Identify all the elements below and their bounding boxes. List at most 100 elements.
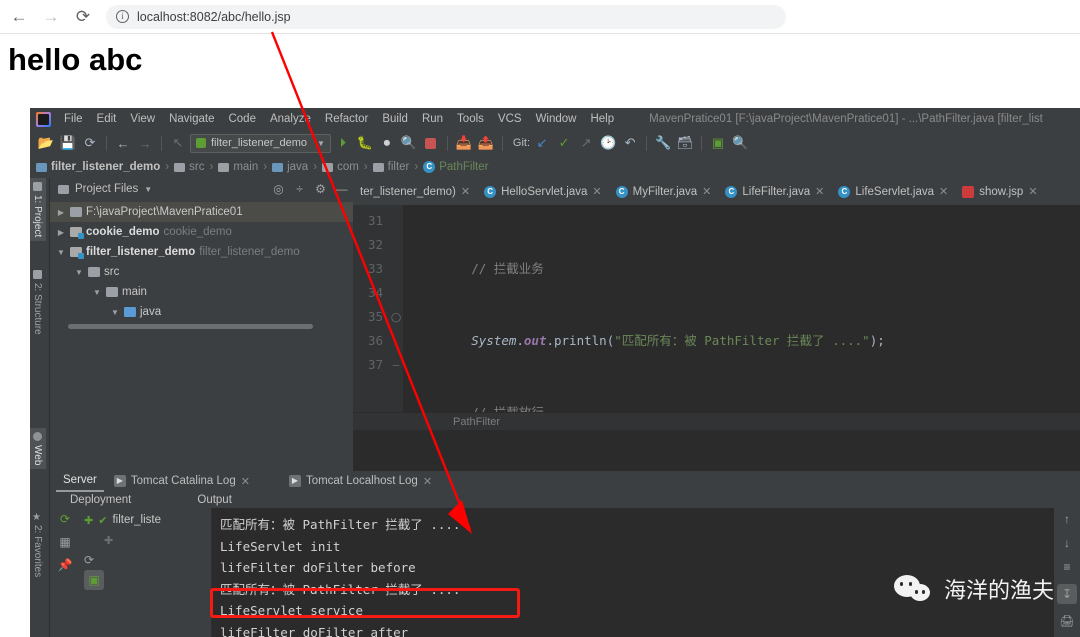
code-text[interactable]: // 拦截业务 System.out.println("匹配所有：被 PathF… [403, 205, 1080, 412]
sync-icon[interactable]: ⟳ [80, 133, 100, 153]
chevron-right-icon[interactable]: ▶ [56, 228, 66, 237]
git-push-icon[interactable]: ↗ [576, 133, 596, 153]
deployment-sub-row[interactable]: ✚ [80, 530, 211, 550]
close-icon[interactable]: ✕ [592, 185, 601, 198]
menu-view[interactable]: View [123, 111, 162, 127]
editor-tab-myfilter[interactable]: C MyFilter.java ✕ [609, 178, 719, 205]
back-arrow-icon[interactable]: ← [6, 4, 32, 30]
chevron-down-icon[interactable]: ▼ [110, 308, 120, 317]
breadcrumb-item-com[interactable]: com [322, 161, 359, 173]
tree-row[interactable]: ▼ main [50, 282, 353, 302]
up-icon[interactable]: ↖ [168, 133, 188, 153]
menu-run[interactable]: Run [415, 111, 450, 127]
breadcrumb-item-filter[interactable]: filter [372, 161, 409, 173]
breadcrumb-item-java[interactable]: java [272, 161, 308, 173]
tree-row[interactable]: ▶ F:\javaProject\MavenPratice01 [50, 202, 353, 222]
menu-refactor[interactable]: Refactor [318, 111, 375, 127]
chevron-right-icon[interactable]: ▶ [56, 208, 66, 217]
chevron-down-icon[interactable]: ▼ [317, 139, 325, 148]
editor-tab-showjsp[interactable]: show.jsp ✕ [955, 178, 1044, 205]
menu-navigate[interactable]: Navigate [162, 111, 221, 127]
close-icon[interactable]: ✕ [939, 185, 948, 198]
fold-marker-icon[interactable]: ◯ [389, 305, 403, 329]
subtab-output[interactable]: Output [183, 492, 246, 508]
terminal-icon[interactable]: ▣ [708, 133, 728, 153]
menu-code[interactable]: Code [221, 111, 263, 127]
up-arrow-icon[interactable]: ↑ [1064, 512, 1070, 526]
fold-marker-icon[interactable]: ─ [389, 353, 403, 377]
git-commit-file-icon[interactable]: 📤 [476, 133, 496, 153]
scroll-to-end-icon[interactable]: ↧ [1057, 584, 1077, 604]
close-icon[interactable]: ✕ [241, 475, 250, 488]
menu-window[interactable]: Window [529, 111, 584, 127]
tab-server[interactable]: Server [56, 471, 104, 492]
git-update-icon[interactable]: ↙ [532, 133, 552, 153]
forward-icon[interactable]: → [135, 133, 155, 153]
run-icon[interactable]: ⏵ [333, 133, 353, 153]
stop-icon[interactable] [421, 133, 441, 153]
project-structure-icon[interactable]: 🗃 [675, 133, 695, 153]
chevron-down-icon[interactable]: ▼ [144, 185, 152, 194]
deployment-row-redeploy[interactable]: ▣ [80, 570, 211, 590]
sidebar-item-favorites[interactable]: ★ 2: Favorites [30, 508, 46, 581]
editor-tab-lifeservlet[interactable]: C LifeServlet.java ✕ [831, 178, 955, 205]
tree-row[interactable]: ▶ cookie_demo cookie_demo [50, 222, 353, 242]
chevron-down-icon[interactable]: ▼ [74, 268, 84, 277]
tab-tomcat-catalina-log[interactable]: ▶ Tomcat Catalina Log ✕ [107, 472, 257, 492]
horizontal-scrollbar[interactable] [68, 324, 313, 329]
close-icon[interactable]: ✕ [815, 185, 824, 198]
menu-help[interactable]: Help [583, 111, 621, 127]
menu-analyze[interactable]: Analyze [263, 111, 318, 127]
sidebar-item-structure[interactable]: 2: Structure [30, 266, 46, 339]
rerun-icon[interactable]: ⟳ [60, 512, 70, 526]
menu-vcs[interactable]: VCS [491, 111, 529, 127]
menu-file[interactable]: File [57, 111, 90, 127]
down-arrow-icon[interactable]: ↓ [1064, 536, 1070, 550]
open-folder-icon[interactable]: 📂 [36, 133, 56, 153]
deployment-row-refresh[interactable]: ⟳ [80, 550, 211, 570]
editor-tab-lifefilter[interactable]: C LifeFilter.java ✕ [718, 178, 831, 205]
layout-icon[interactable]: ▦ [59, 535, 70, 549]
editor-tab-0[interactable]: ter_listener_demo) ✕ [353, 178, 477, 205]
profile-icon[interactable]: 🔍 [399, 133, 419, 153]
run-with-coverage-icon[interactable]: ⏺ [377, 133, 397, 153]
flatten-packages-icon[interactable]: ÷ [292, 182, 307, 196]
menu-build[interactable]: Build [375, 111, 415, 127]
chevron-down-icon[interactable]: ▼ [56, 248, 66, 257]
wrench-icon[interactable]: 🔧 [653, 133, 673, 153]
print-icon[interactable]: 🖨 [1059, 614, 1074, 628]
code-folding-gutter[interactable]: ◯ ─ [389, 205, 403, 412]
deployment-tree[interactable]: ✚ ✔ filter_liste ✚ ⟳ ▣ [80, 508, 212, 637]
menu-edit[interactable]: Edit [90, 111, 124, 127]
sidebar-item-project[interactable]: 1: Project [30, 178, 46, 242]
back-icon[interactable]: ← [113, 133, 133, 153]
soft-wrap-icon[interactable]: ≡ [1063, 560, 1070, 574]
tree-row[interactable]: ▼ filter_listener_demo filter_listener_d… [50, 242, 353, 262]
collapse-all-icon[interactable]: ◎ [271, 182, 286, 196]
undo-icon[interactable]: ↶ [620, 133, 640, 153]
code-editor[interactable]: 31 32 33 34 35 36 37 ◯ ─ // 拦截业务 System.… [353, 205, 1080, 412]
reload-icon[interactable]: ⟳ [70, 4, 96, 30]
git-commit-icon[interactable]: ✓ [554, 133, 574, 153]
info-circle-icon[interactable]: i [116, 10, 129, 23]
breadcrumb-item-src[interactable]: src [174, 161, 204, 173]
pin-icon[interactable]: 📌 [58, 558, 73, 572]
gear-icon[interactable]: ⚙ [313, 182, 328, 196]
search-icon[interactable]: 🔍 [730, 133, 750, 153]
breadcrumb-item-module[interactable]: filter_listener_demo [36, 161, 160, 173]
subtab-deployment[interactable]: Deployment [56, 492, 145, 508]
close-icon[interactable]: ✕ [423, 475, 432, 488]
sidebar-item-web[interactable]: Web [30, 428, 46, 470]
forward-arrow-icon[interactable]: → [38, 4, 64, 30]
run-configuration-selector[interactable]: filter_listener_demo ▼ [190, 133, 331, 153]
menu-tools[interactable]: Tools [450, 111, 491, 127]
debug-icon[interactable]: 🐛 [355, 133, 375, 153]
close-icon[interactable]: ✕ [1028, 185, 1037, 198]
address-bar[interactable]: i localhost:8082/abc/hello.jsp [106, 4, 786, 29]
tab-tomcat-localhost-log[interactable]: ▶ Tomcat Localhost Log ✕ [282, 472, 439, 492]
history-icon[interactable]: 🕑 [598, 133, 618, 153]
close-icon[interactable]: ✕ [461, 185, 470, 198]
chevron-down-icon[interactable]: ▼ [92, 288, 102, 297]
minimize-icon[interactable]: — [334, 182, 349, 196]
breadcrumb-item-main[interactable]: main [218, 161, 258, 173]
